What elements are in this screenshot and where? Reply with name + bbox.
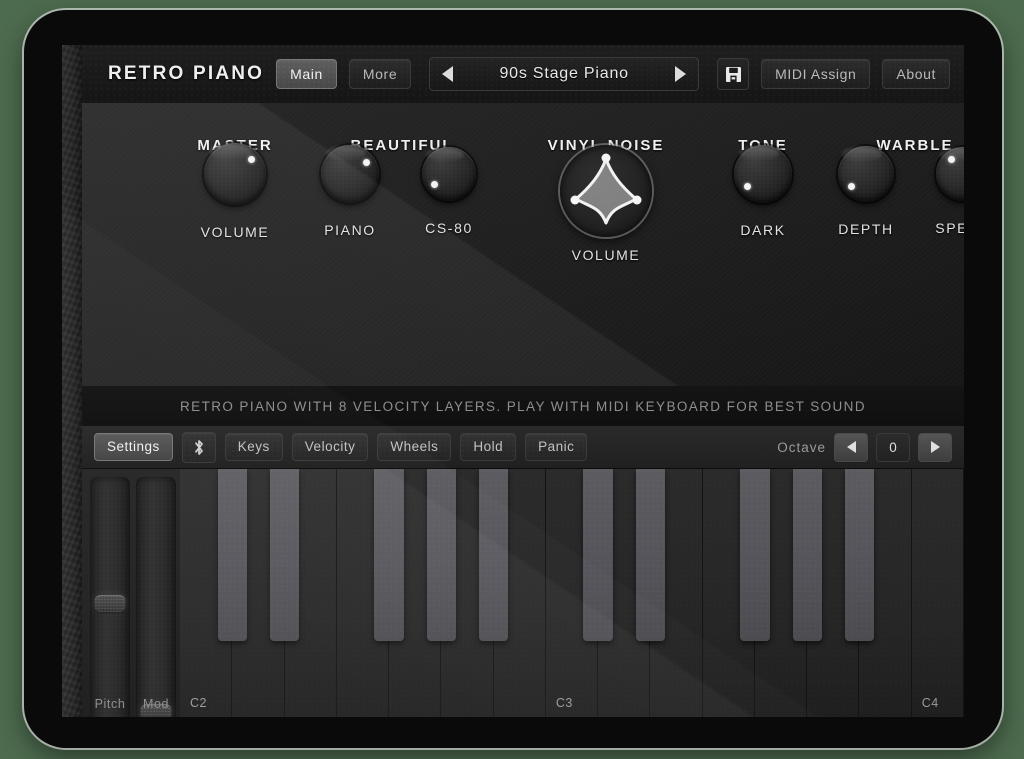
octave-control: Octave 0 <box>777 432 952 462</box>
midi-assign-button[interactable]: MIDI Assign <box>761 59 871 89</box>
velocity-button-label: Velocity <box>304 439 356 455</box>
piano-keys: C2 C3 C4 <box>180 469 964 717</box>
bluetooth-icon <box>194 439 203 455</box>
knob-indicator-dot <box>743 182 751 190</box>
black-key[interactable] <box>583 469 613 641</box>
panic-button[interactable]: Panic <box>525 433 588 461</box>
knob-speed[interactable] <box>936 147 964 201</box>
black-key[interactable] <box>374 469 404 641</box>
hold-button-label: Hold <box>473 439 504 455</box>
triangle-right-icon[interactable] <box>675 66 687 82</box>
knob-indicator-dot <box>948 156 956 164</box>
piano-keyboard-area: Pitch Mod C2 C3 C4 <box>82 469 964 717</box>
control-panel: MASTERVOLUMEBEAUTIFULPIANOCS-80VINYL NOI… <box>82 103 964 386</box>
save-button[interactable] <box>717 58 750 90</box>
knob-indicator-dot <box>430 180 438 188</box>
octave-label: Octave <box>777 439 826 455</box>
knob-piano[interactable] <box>321 145 379 203</box>
info-strip: RETRO PIANO WITH 8 VELOCITY LAYERS. PLAY… <box>82 386 964 426</box>
key-note-label: C2 <box>190 696 207 710</box>
knob-cs-80[interactable] <box>422 147 476 201</box>
tab-main[interactable]: Main <box>276 59 337 89</box>
black-key[interactable] <box>740 469 770 641</box>
knob-depth[interactable] <box>838 146 894 202</box>
tablet-device: RETRO PIANO Main More 90s Stage Piano MI… <box>24 10 1002 748</box>
preset-display[interactable]: 90s Stage Piano <box>429 57 700 91</box>
black-key[interactable] <box>792 469 822 641</box>
black-key[interactable] <box>217 469 247 641</box>
about-button[interactable]: About <box>882 59 950 89</box>
knob-sublabel: DARK <box>740 222 786 238</box>
settings-button-label: Settings <box>107 439 160 455</box>
preset-navigator: 90s Stage Piano <box>429 57 700 91</box>
bluetooth-button[interactable] <box>181 431 216 463</box>
black-key[interactable] <box>426 469 456 641</box>
octave-up-button[interactable] <box>918 432 952 462</box>
keys-button-label: Keys <box>237 439 270 455</box>
key-note-label: C3 <box>555 696 573 710</box>
tablet-screen: RETRO PIANO Main More 90s Stage Piano MI… <box>62 45 964 717</box>
wheels-button-label: Wheels <box>390 439 439 455</box>
leather-spine-decoration <box>62 45 82 717</box>
hold-button[interactable]: Hold <box>460 433 517 461</box>
panic-button-label: Panic <box>538 439 575 455</box>
velocity-button[interactable]: Velocity <box>291 433 369 461</box>
pitch-wheel-handle[interactable] <box>94 594 126 612</box>
black-key[interactable] <box>635 469 666 641</box>
knob-sublabel: DEPTH <box>838 221 894 237</box>
tab-more[interactable]: More <box>348 59 412 89</box>
knob-sublabel: VOLUME <box>571 247 641 263</box>
mod-wheel[interactable] <box>136 477 176 717</box>
black-key[interactable] <box>478 469 509 641</box>
octave-down-button[interactable] <box>834 432 868 462</box>
toolbar-button-group: Settings Keys Velocity Wheels Hold Panic <box>94 431 588 463</box>
mod-wheel-label: Mod <box>142 697 170 711</box>
keys-button[interactable]: Keys <box>224 433 283 461</box>
trefoil-knob-icon <box>570 153 642 225</box>
knob-indicator-dot <box>847 182 855 190</box>
knob-indicator-dot <box>362 159 370 167</box>
knob-sublabel: SPEED <box>935 220 964 236</box>
floppy-save-icon <box>725 66 741 82</box>
triangle-left-icon[interactable] <box>442 66 454 82</box>
triangle-right-icon <box>930 441 940 453</box>
black-key[interactable] <box>269 469 300 641</box>
knob-sublabel: CS-80 <box>425 220 473 236</box>
white-key[interactable]: C4 <box>911 469 964 717</box>
settings-button[interactable]: Settings <box>94 433 173 461</box>
keyboard-toolbar: Settings Keys Velocity Wheels Hold Panic Octa… <box>82 426 964 469</box>
info-text-label: RETRO PIANO WITH 8 VELOCITY LAYERS. PLAY… <box>180 398 866 414</box>
key-note-label: C4 <box>921 696 939 710</box>
knob-sublabel: VOLUME <box>200 224 270 240</box>
black-key[interactable] <box>844 469 875 641</box>
preset-name-label: 90s Stage Piano <box>499 65 629 82</box>
knob-vinyl-noise-volume[interactable] <box>560 145 652 237</box>
knob-indicator-dot <box>247 155 255 163</box>
knob-sublabel: PIANO <box>324 222 376 238</box>
app-header: RETRO PIANO Main More 90s Stage Piano MI… <box>82 45 964 103</box>
octave-value: 0 <box>876 432 910 462</box>
knob-dark[interactable] <box>734 145 792 203</box>
pitch-wheel-label: Pitch <box>94 697 126 711</box>
pitch-wheel[interactable] <box>90 477 130 717</box>
app-brand-title: RETRO PIANO <box>108 63 265 84</box>
screenshot-root: RETRO PIANO Main More 90s Stage Piano MI… <box>0 0 1024 759</box>
knob-volume[interactable] <box>204 143 266 205</box>
performance-wheels: Pitch Mod <box>82 469 181 717</box>
triangle-left-icon <box>846 441 856 453</box>
wheels-button[interactable]: Wheels <box>377 433 452 461</box>
